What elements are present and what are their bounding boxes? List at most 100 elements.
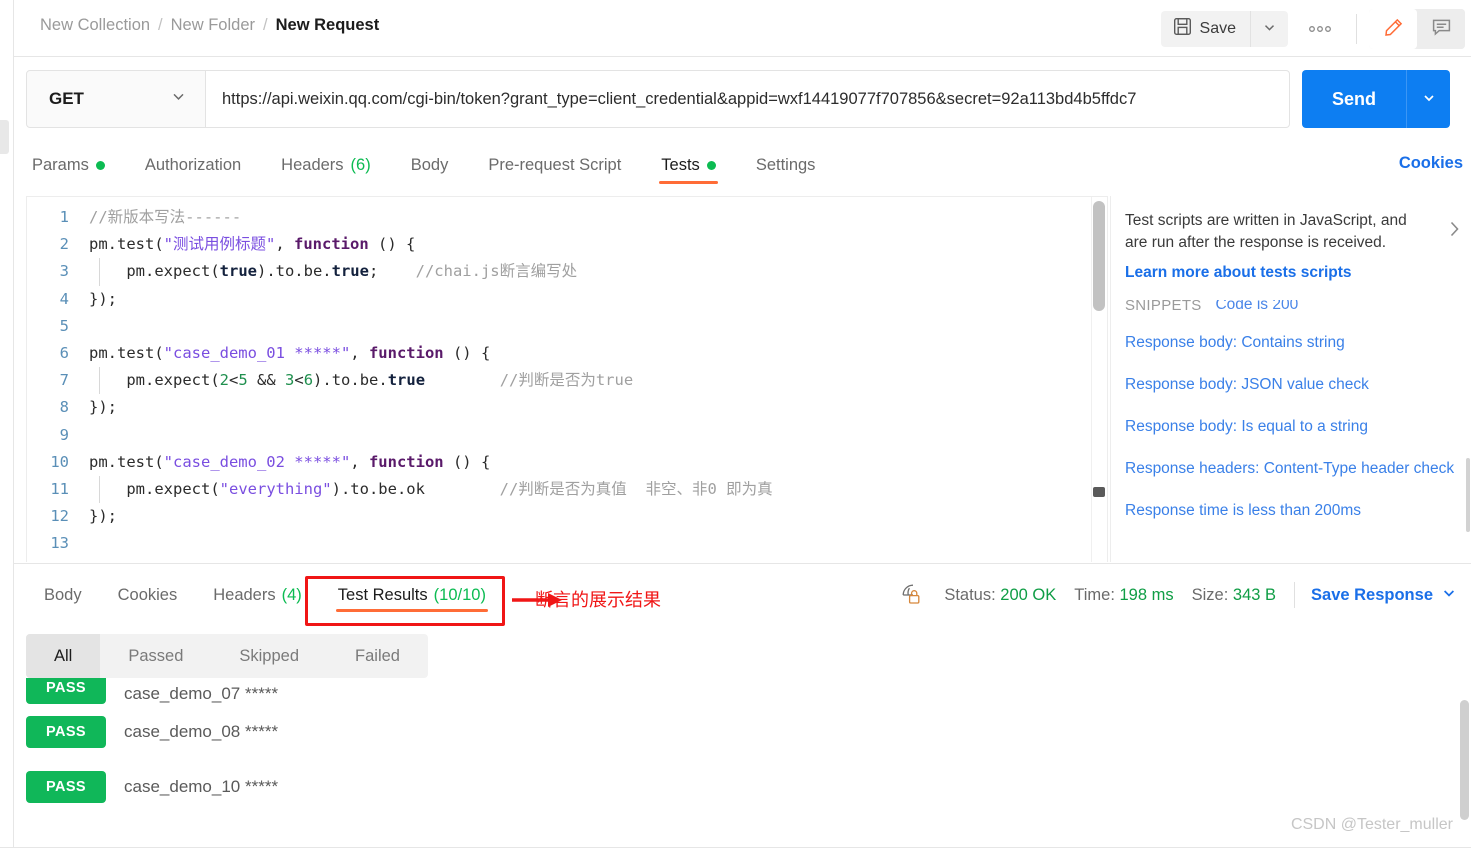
snippet-item[interactable]: Response headers: Content-Type header ch… bbox=[1111, 448, 1471, 490]
tab-params[interactable]: Params bbox=[26, 142, 125, 188]
response-tab-headers[interactable]: Headers (4) bbox=[195, 571, 320, 619]
code-token: function bbox=[368, 343, 444, 362]
code-body[interactable]: 1//新版本写法------ 2 pm.test("测试用例标题", functio… bbox=[27, 197, 1107, 557]
code-line-text: pm.test("测试用例标题", function () { bbox=[85, 231, 415, 258]
save-button[interactable]: Save bbox=[1160, 10, 1250, 47]
tab-label: Cookies bbox=[117, 585, 178, 604]
tab-body[interactable]: Body bbox=[391, 142, 469, 188]
snippet-item[interactable]: Response body: JSON value check bbox=[1111, 364, 1471, 406]
breadcrumb: New Collection / New Folder / New Reques… bbox=[40, 6, 379, 44]
save-dropdown-button[interactable] bbox=[1250, 10, 1288, 47]
help-intro-text: Test scripts are written in JavaScript, … bbox=[1125, 212, 1407, 251]
code-token: true bbox=[387, 371, 426, 390]
line-number: 5 bbox=[59, 316, 69, 335]
snippet-item[interactable]: Response body: Contains string bbox=[1111, 322, 1471, 364]
filter-skipped[interactable]: Skipped bbox=[211, 634, 327, 678]
code-token: //chai.js断言编写处 bbox=[415, 262, 578, 281]
breadcrumb-item-collection[interactable]: New Collection bbox=[40, 16, 150, 35]
size-value: 343 B bbox=[1232, 585, 1277, 604]
filter-all[interactable]: All bbox=[26, 634, 101, 678]
response-tab-body[interactable]: Body bbox=[26, 571, 100, 619]
save-button-group: Save bbox=[1160, 10, 1288, 47]
test-result-row[interactable]: PASS case_demo_07 ***** bbox=[26, 678, 1446, 704]
tab-label: Headers bbox=[281, 155, 344, 174]
code-token: ).to.be. bbox=[313, 371, 388, 390]
editor-scrollbar-marker bbox=[1093, 487, 1105, 497]
chevron-down-icon bbox=[170, 88, 187, 110]
line-number: 12 bbox=[50, 507, 69, 526]
code-token: true bbox=[219, 262, 257, 281]
tab-settings[interactable]: Settings bbox=[736, 142, 836, 188]
chevron-right-icon[interactable] bbox=[1446, 216, 1463, 248]
modified-dot-icon bbox=[95, 160, 105, 170]
response-bar: Body Cookies Headers (4) Test Results (1… bbox=[14, 563, 1471, 625]
response-tab-test-results[interactable]: Test Results (10/10) bbox=[320, 571, 504, 619]
sidebar-toggle-handle[interactable] bbox=[0, 120, 9, 154]
chevron-down-icon bbox=[1421, 90, 1437, 109]
code-token: //判断是否为真值 非空、非0 即为真 bbox=[499, 479, 773, 498]
code-line-text: //新版本写法------ bbox=[85, 204, 241, 231]
code-token: ).to.be. bbox=[256, 262, 332, 281]
tab-label: Body bbox=[410, 155, 449, 174]
line-number: 10 bbox=[50, 452, 69, 471]
code-token: && bbox=[247, 371, 286, 390]
code-token: pm.expect( bbox=[89, 262, 220, 281]
request-tabs: Params Authorization Headers (6) Body Pr… bbox=[26, 142, 1450, 190]
header-divider bbox=[1356, 13, 1357, 44]
breadcrumb-item-request[interactable]: New Request bbox=[276, 16, 380, 35]
tab-pre-request-script[interactable]: Pre-request Script bbox=[468, 142, 641, 188]
indent-guide bbox=[99, 258, 100, 286]
tab-headers[interactable]: Headers (6) bbox=[261, 142, 391, 188]
tab-authorization[interactable]: Authorization bbox=[125, 142, 261, 188]
save-response-label: Save Response bbox=[1311, 585, 1433, 604]
response-tab-cookies[interactable]: Cookies bbox=[100, 571, 196, 619]
annotation-label: 断言的展示结果 bbox=[535, 590, 661, 610]
code-line-text: }); bbox=[85, 503, 117, 530]
edit-request-button[interactable] bbox=[1369, 8, 1417, 49]
code-token: pm.test( bbox=[89, 235, 164, 254]
code-token: ; bbox=[368, 262, 416, 281]
chevron-down-icon bbox=[1441, 585, 1457, 606]
test-result-filters: All Passed Skipped Failed bbox=[26, 634, 428, 678]
editor-scrollbar[interactable] bbox=[1091, 197, 1107, 562]
status-badge: PASS bbox=[26, 770, 106, 803]
response-tabs: Body Cookies Headers (4) Test Results (1… bbox=[26, 570, 504, 620]
breadcrumb-separator: / bbox=[263, 15, 268, 34]
chevron-down-icon bbox=[1262, 20, 1277, 38]
code-token: "case_demo_02 *****" bbox=[163, 452, 351, 471]
breadcrumb-item-folder[interactable]: New Folder bbox=[171, 16, 255, 35]
code-token: }); bbox=[89, 507, 117, 526]
test-result-row[interactable]: PASS case_demo_10 ***** bbox=[26, 759, 1446, 814]
line-number: 9 bbox=[59, 425, 69, 444]
size-meta: Size: 343 B bbox=[1192, 586, 1276, 605]
save-response-button[interactable]: Save Response bbox=[1311, 585, 1457, 606]
learn-more-link[interactable]: Learn more about tests scripts bbox=[1125, 264, 1471, 282]
code-token: pm.test( bbox=[89, 343, 164, 362]
snippet-item[interactable]: Response time is less than 200ms bbox=[1111, 490, 1471, 532]
request-url-input[interactable] bbox=[206, 70, 1290, 128]
tab-tests[interactable]: Tests bbox=[641, 142, 736, 188]
code-line: 1 //新版本写法------ bbox=[27, 204, 1107, 231]
send-button[interactable]: Send bbox=[1302, 70, 1406, 128]
http-method-select[interactable]: GET bbox=[26, 70, 206, 128]
watermark: CSDN @Tester_muller bbox=[1290, 816, 1453, 833]
code-token: }); bbox=[89, 289, 117, 308]
tests-script-editor[interactable]: 1//新版本写法------ 2 pm.test("测试用例标题", functio… bbox=[26, 196, 1108, 562]
help-panel-scrollbar-thumb[interactable] bbox=[1466, 458, 1470, 532]
cookies-link[interactable]: Cookies bbox=[1399, 154, 1463, 173]
results-scrollbar-thumb[interactable] bbox=[1460, 700, 1469, 820]
code-line: 4}); bbox=[27, 286, 1107, 313]
filter-failed[interactable]: Failed bbox=[327, 634, 428, 678]
snippet-item[interactable]: Response body: Is equal to a string bbox=[1111, 406, 1471, 448]
code-line: 11 pm.expect("everything").to.be.ok //判断… bbox=[27, 475, 1107, 504]
test-result-row[interactable]: PASS case_demo_08 ***** bbox=[26, 704, 1446, 759]
test-case-name: case_demo_08 ***** bbox=[124, 721, 279, 741]
send-dropdown-button[interactable] bbox=[1406, 70, 1450, 128]
more-options-button[interactable] bbox=[1296, 11, 1344, 47]
code-line-text: pm.expect(true).to.be.true; //chai.js断言编… bbox=[85, 258, 578, 286]
send-button-group: Send bbox=[1302, 70, 1450, 128]
filter-passed[interactable]: Passed bbox=[100, 634, 211, 678]
editor-scrollbar-thumb[interactable] bbox=[1093, 201, 1105, 311]
comment-button[interactable] bbox=[1417, 8, 1465, 49]
code-line: 9 bbox=[27, 422, 1107, 449]
